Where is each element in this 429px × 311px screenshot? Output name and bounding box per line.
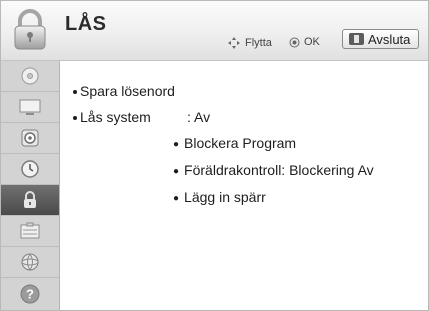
subitem-label: Föräldrakontroll: Blockering Av <box>184 162 374 178</box>
sidebar-item-picture[interactable] <box>1 92 59 123</box>
ok-hint-label: OK <box>304 36 320 48</box>
page-title: LÅS <box>65 13 107 35</box>
options-icon <box>20 222 40 239</box>
lock-icon <box>14 9 46 50</box>
arrows-icon <box>228 37 240 49</box>
screen-icon <box>19 99 41 115</box>
subitem-input-block[interactable]: ● Lägg in spärr <box>173 189 266 205</box>
menu-item-save-password[interactable]: Spara lösenord <box>73 83 175 99</box>
bullet-icon: ● <box>173 139 180 150</box>
sidebar-item-network[interactable] <box>1 247 59 278</box>
lock-icon <box>24 191 36 208</box>
exit-key-icon <box>349 33 364 45</box>
clock-icon <box>21 160 39 178</box>
bullet-icon: ● <box>173 193 180 204</box>
menu-item-lock-system[interactable]: Lås system <box>73 109 151 125</box>
sidebar-item-options[interactable] <box>1 216 59 247</box>
move-hint: Flytta <box>227 36 272 50</box>
bullet-icon <box>73 116 77 120</box>
network-icon <box>21 253 39 271</box>
sidebar-item-disc[interactable] <box>1 61 59 92</box>
exit-button[interactable]: Avsluta <box>342 29 419 49</box>
move-hint-label: Flytta <box>245 37 272 49</box>
subitem-label: Lägg in spärr <box>184 189 266 205</box>
bullet-icon: ● <box>173 166 180 177</box>
subitem-label: Blockera Program <box>184 135 297 151</box>
subitem-parental-control[interactable]: ● Föräldrakontroll: Blockering Av <box>173 162 374 178</box>
help-icon: ? <box>20 284 40 303</box>
lock-menu-window: LÅS Flytta OK Avsluta ? Spara lösenord L… <box>0 0 429 311</box>
menu-item-label: Spara lösenord <box>80 83 175 99</box>
sidebar-item-audio[interactable] <box>1 123 59 154</box>
menu-item-label: Lås system <box>80 109 151 125</box>
svg-text:?: ? <box>26 286 34 301</box>
sidebar-item-time[interactable] <box>1 154 59 185</box>
speaker-icon <box>21 129 39 147</box>
category-sidebar: ? <box>1 61 60 310</box>
ok-hint: OK <box>289 36 320 48</box>
bullet-icon <box>73 90 77 94</box>
sidebar-item-lock[interactable] <box>1 185 59 216</box>
subitem-block-program[interactable]: ● Blockera Program <box>173 135 296 151</box>
disc-icon <box>21 67 39 85</box>
ok-button-icon <box>289 37 300 47</box>
menu-header: LÅS Flytta OK Avsluta <box>1 1 428 61</box>
lock-settings-panel: Spara lösenord Lås system : Av ● Blockera… <box>60 61 428 310</box>
lock-system-value: : Av <box>187 109 211 125</box>
exit-button-label: Avsluta <box>368 31 411 47</box>
sidebar-item-help[interactable]: ? <box>1 278 59 309</box>
